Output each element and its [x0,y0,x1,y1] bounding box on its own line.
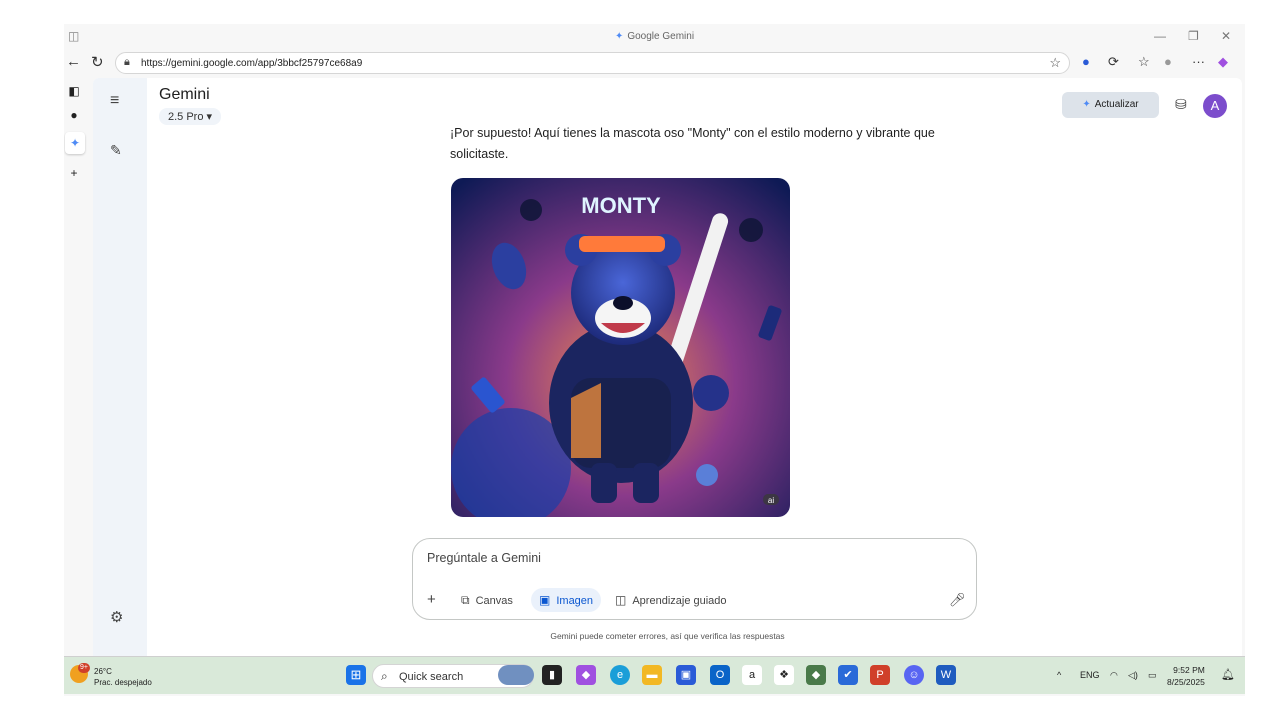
tray-chevron-icon[interactable]: ^ [1057,670,1061,680]
search-label: Quick search [399,671,464,683]
tool-image-button[interactable]: ▣ Imagen [531,588,602,612]
side-rail: ≡ ✎ ⚙ [93,78,147,656]
settings-gear-icon[interactable]: ⚙ [110,608,123,626]
app-title: Gemini [159,86,210,103]
tool-guided-learning-button[interactable]: ◫ Aprendizaje guiado [615,588,727,612]
gemini-page: ≡ ✎ ⚙ Gemini 2.5 Pro ▾ ✦ Actualizar ⛁ A ¡… [93,78,1242,656]
volume-icon[interactable]: ◁) [1128,670,1138,681]
ai-badge: ai [768,496,774,505]
copilot-app-icon[interactable]: ◆ [576,665,596,685]
game-app-icon[interactable]: ◆ [806,665,826,685]
new-chat-icon[interactable]: ✎ [110,142,122,159]
search-icon: ⌕ [381,669,388,683]
amazon-icon[interactable]: a [742,665,762,685]
model-selector[interactable]: 2.5 Pro ▾ [159,108,222,125]
vertical-tab-strip: ◧ ● ✦ + [64,78,93,656]
taskbar: 9+ 26°C Prac. despejado ⊞ ⌕ Quick search… [64,656,1245,694]
new-tab-icon[interactable]: + [64,162,84,184]
file-explorer-icon[interactable]: ▬ [642,665,662,685]
notifications-icon[interactable]: 🔔︎ [1221,668,1235,681]
image-title-text: MONTY [581,193,661,218]
weather-temp: 26°C [94,667,112,676]
generated-image[interactable]: MONTY ai [451,178,790,517]
lock-icon[interactable]: 🔒︎ [124,56,130,69]
title-bar: ◫ ✦ Google Gemini — ❐ ✕ [64,24,1245,50]
language-indicator[interactable]: ENG [1080,670,1100,680]
wifi-icon[interactable]: ◠ [1110,670,1118,681]
edge-icon[interactable]: e [610,665,630,685]
sync-icon[interactable]: ⟳ [1108,54,1119,70]
disclaimer-text: Gemini puede cometer errores, así que ve… [550,631,785,641]
clock[interactable]: 9:52 PM 8/25/2025 [1167,664,1205,688]
canvas-icon: ⧉ [461,593,470,607]
back-button[interactable]: ← [66,53,81,70]
search-highlight-icon[interactable] [498,665,534,685]
tab-actions-icon[interactable]: ◧ [64,80,84,102]
prompt-input[interactable] [427,551,907,565]
weather-desc: Prac. despejado [94,678,152,687]
favorites-icon[interactable]: ☆ [1138,54,1150,70]
start-button[interactable]: ⊞ [346,665,366,685]
profile-icon[interactable]: ● [1164,54,1172,69]
outlook-icon[interactable]: O [710,665,730,685]
spark-icon: ✦ [1082,99,1091,110]
temporary-chat-icon[interactable]: ⛁ [1175,96,1187,113]
avatar[interactable]: A [1203,94,1227,118]
prompt-composer: + ⧉Canvas ▣Imagen ◫Aprendizaje guiado 🎤︎ [412,538,977,620]
discord-icon[interactable]: ☺ [904,665,924,685]
address-bar[interactable]: 🔒︎ https://gemini.google.com/app/3bbcf25… [115,52,1070,74]
close-window-button[interactable]: ✕ [1221,29,1231,43]
gemini-spark-icon: ✦ [614,31,624,42]
book-icon: ◫ [615,593,627,607]
microphone-icon[interactable]: 🎤︎ [949,588,966,612]
upgrade-button[interactable]: ✦ Actualizar [1062,92,1159,118]
more-options-icon[interactable]: ··· [1192,54,1205,69]
store-icon[interactable]: ▣ [676,665,696,685]
todo-icon[interactable]: ✔ [838,665,858,685]
powerpoint-icon[interactable]: P [870,665,890,685]
refresh-button[interactable]: ↻ [91,53,104,71]
tab-chatgpt-icon[interactable]: ● [64,104,84,126]
tool-canvas-button[interactable]: ⧉ Canvas [461,588,513,612]
extension-icon[interactable]: ● [1082,54,1090,69]
image-icon: ▣ [539,593,551,607]
model-label: 2.5 Pro [168,111,204,123]
copilot-icon[interactable]: ◆ [1218,54,1228,70]
favorite-star-icon[interactable]: ☆ [1049,55,1061,71]
minimize-button[interactable]: — [1154,29,1166,43]
browser-window: ◫ ✦ Google Gemini — ❐ ✕ ← ↻ 🔒︎ https://ge… [64,24,1245,696]
window-title: ✦ Google Gemini [614,31,695,42]
task-view-icon[interactable]: ▮ [542,665,562,685]
tab-gemini-icon[interactable]: ✦ [65,132,85,154]
add-attachment-button[interactable]: + [427,588,436,612]
navigation-bar: ← ↻ 🔒︎ https://gemini.google.com/app/3bb… [64,50,1245,78]
url-text[interactable]: https://gemini.google.com/app/3bbcf25797… [141,58,362,69]
caret-down-icon: ▾ [206,111,213,123]
response-text: ¡Por supuesto! Aquí tienes la mascota os… [450,126,935,161]
dropbox-icon[interactable]: ❖ [774,665,794,685]
word-icon[interactable]: W [936,665,956,685]
clock-date: 8/25/2025 [1167,677,1205,687]
restore-button[interactable]: ❐ [1188,29,1199,43]
notification-badge: 9+ [78,663,90,673]
clock-time: 9:52 PM [1173,665,1205,675]
battery-icon[interactable]: ▭ [1148,670,1157,681]
menu-icon[interactable]: ≡ [110,92,119,110]
